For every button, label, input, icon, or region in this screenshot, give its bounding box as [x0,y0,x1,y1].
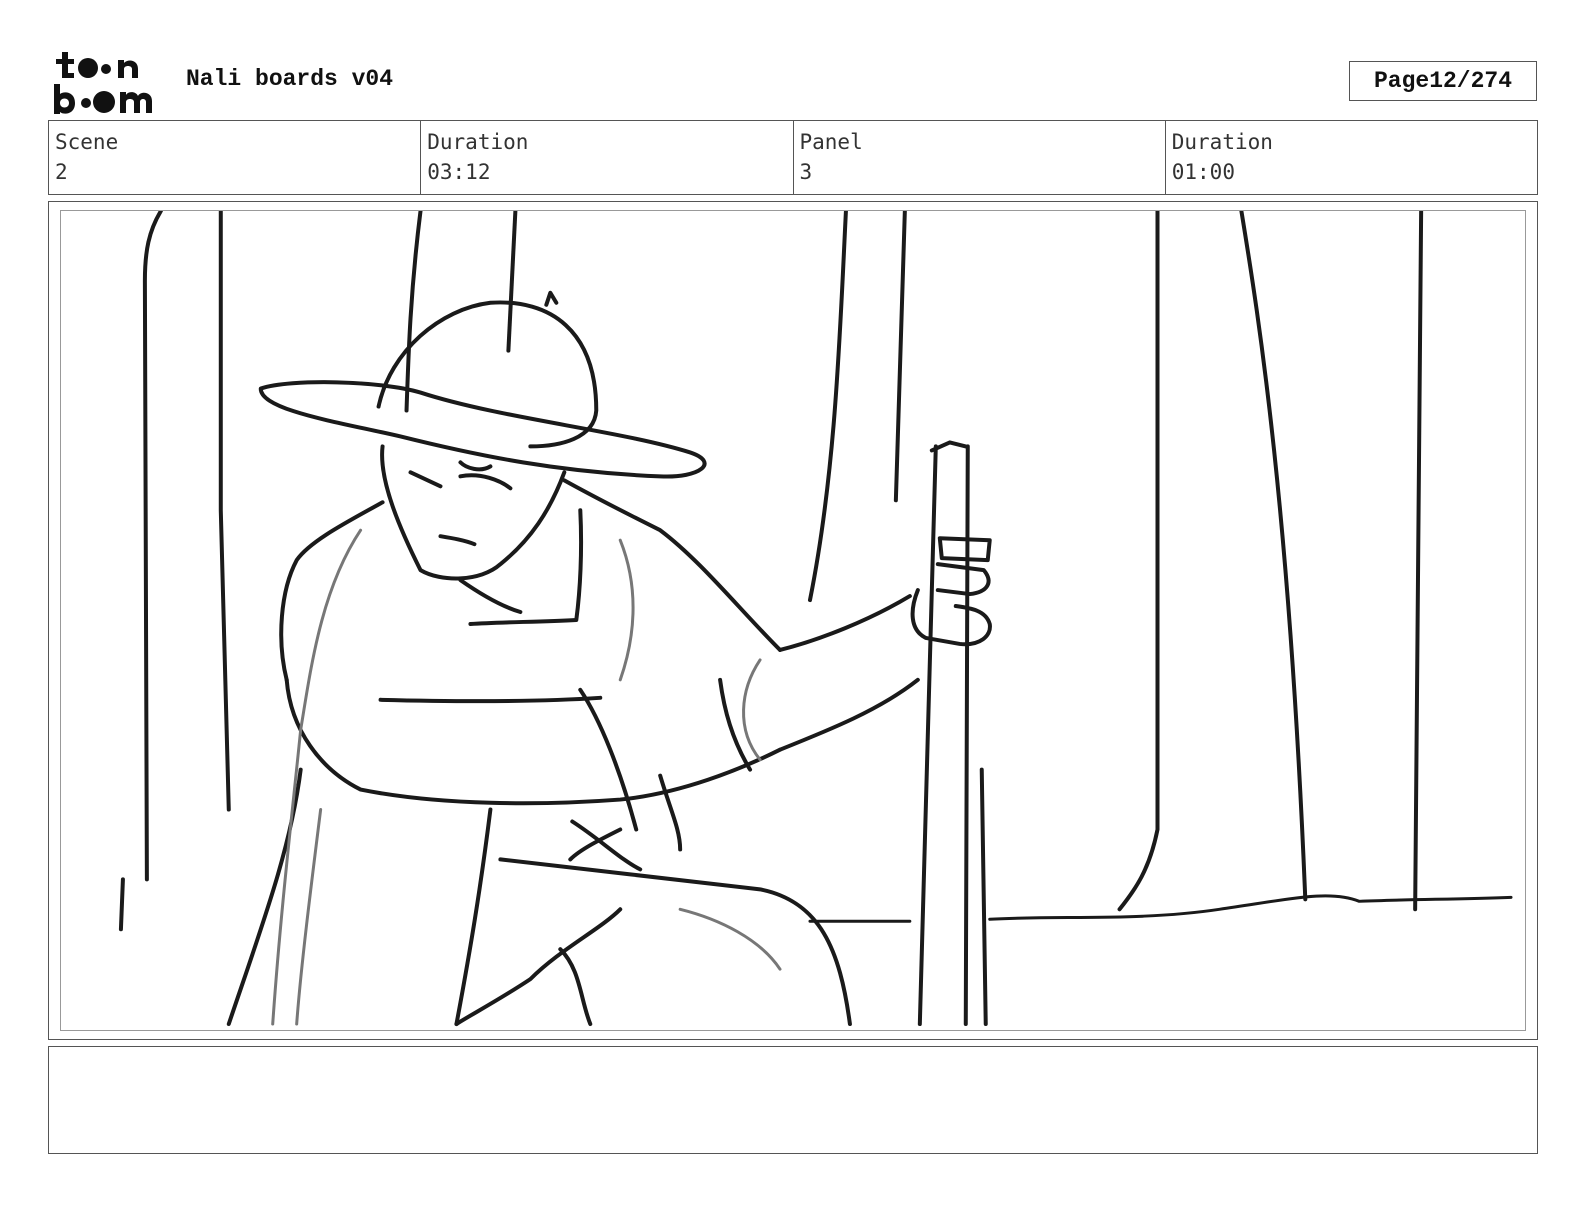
sketch-drawing [118,211,1513,1027]
toon-boom-logo [50,50,168,114]
panel-label: Panel [799,130,863,154]
page-label: Page [1373,68,1430,94]
panel-duration-cell: Duration 01:00 [1166,121,1537,194]
scene-value: 2 [55,160,68,184]
scene-duration-value: 03:12 [427,160,491,184]
storyboard-panel-image [60,210,1526,1031]
panel-cell: Panel 3 [794,121,1166,194]
scene-duration-label: Duration [427,130,529,154]
storyboard-panel-frame [48,201,1538,1040]
panel-value: 3 [799,160,813,184]
page-number: 12/274 [1429,68,1513,94]
page-indicator: Page 12/274 [1349,61,1537,101]
scene-duration-cell: Duration 03:12 [421,121,794,194]
scene-cell: Scene 2 [49,121,422,194]
panel-duration-value: 01:00 [1171,160,1235,184]
project-title: Nali boards v04 [186,66,394,92]
panel-info-row: Scene 2 Duration 03:12 Panel 3 Duration … [48,120,1538,195]
scene-label: Scene [55,130,119,154]
panel-duration-label: Duration [1171,130,1273,154]
panel-notes-box[interactable] [48,1046,1538,1154]
